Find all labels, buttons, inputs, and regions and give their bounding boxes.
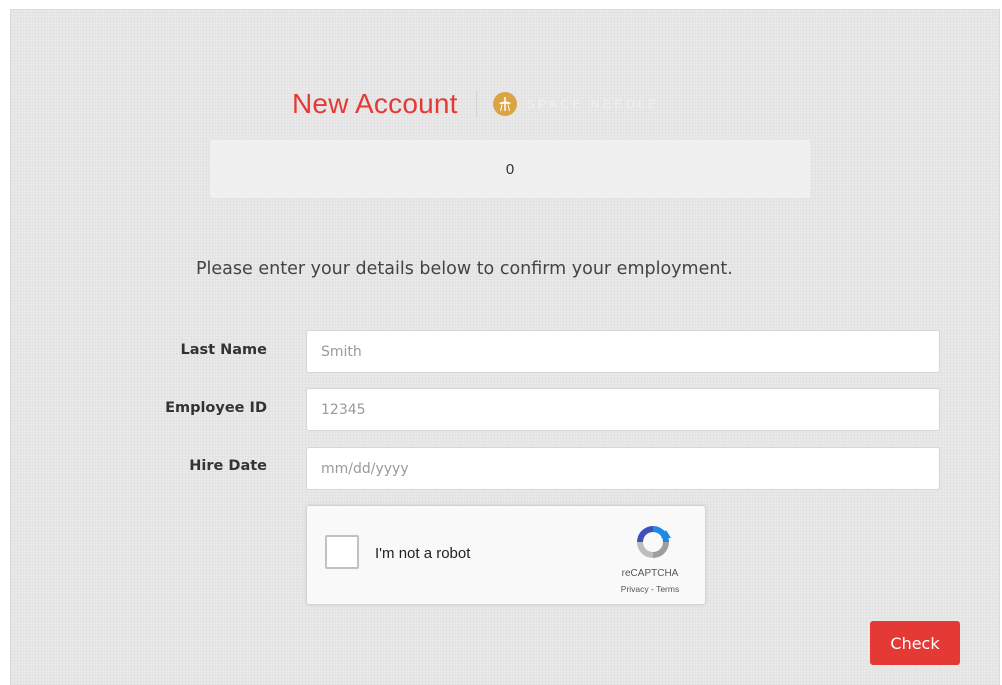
recaptcha-privacy-terms-link[interactable]: Privacy - Terms	[605, 584, 695, 594]
page-header: New Account SPACE NEEDLE	[292, 84, 660, 124]
header-divider	[475, 91, 477, 117]
recaptcha-logo-icon	[633, 522, 673, 562]
hire-date-label: Hire Date	[189, 458, 267, 474]
instructions-text: Please enter your details below to confi…	[196, 259, 733, 279]
check-button[interactable]: Check	[870, 621, 960, 665]
space-needle-logo-icon	[492, 92, 517, 116]
employee-id-input[interactable]	[306, 388, 940, 431]
status-text: 0	[505, 160, 515, 178]
recaptcha-checkbox[interactable]	[325, 535, 359, 569]
page-title: New Account	[292, 88, 458, 119]
last-name-input[interactable]	[306, 330, 940, 373]
recaptcha-label: I'm not a robot	[375, 545, 471, 562]
recaptcha-brand: reCAPTCHA	[621, 568, 679, 579]
status-box: 0	[210, 140, 810, 198]
hire-date-input[interactable]	[306, 447, 940, 490]
last-name-label: Last Name	[180, 342, 268, 358]
recaptcha-widget: I'm not a robot reCAPTCHA Privacy - Term…	[306, 505, 706, 605]
employee-id-label: Employee ID	[165, 400, 267, 416]
logo-text: SPACE NEEDLE	[526, 97, 660, 111]
